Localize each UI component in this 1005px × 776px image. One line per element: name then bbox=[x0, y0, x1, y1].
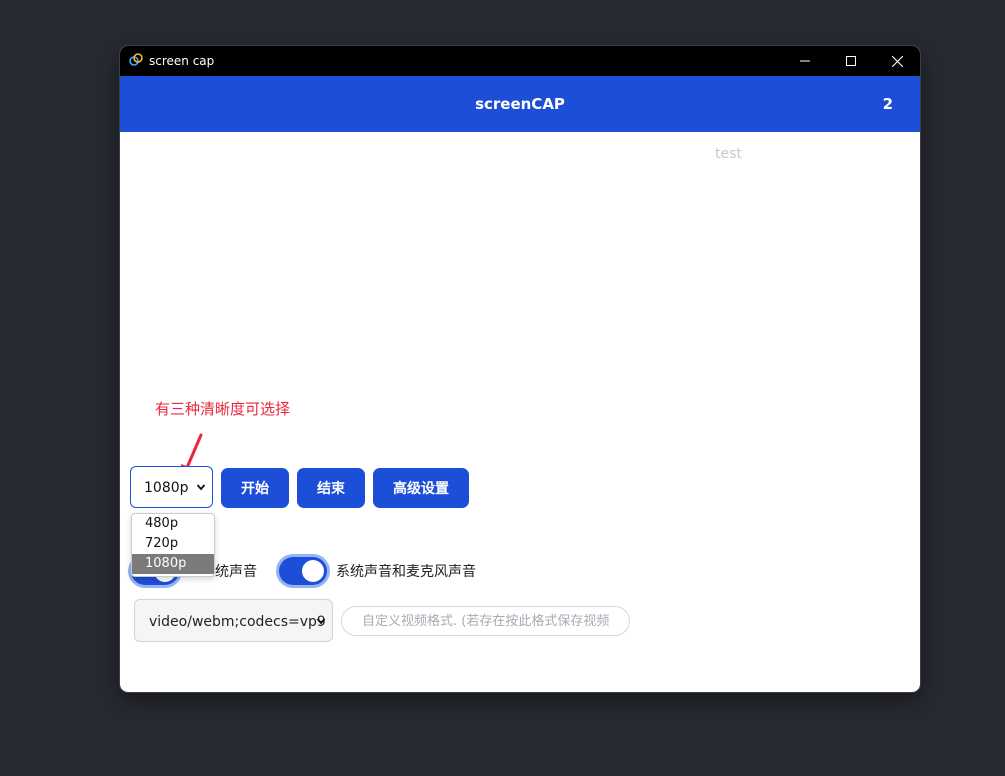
resolution-option-1080p[interactable]: 1080p bbox=[132, 554, 214, 574]
annotation-note: 有三种清晰度可选择 bbox=[155, 400, 291, 418]
resolution-dropdown-list: 480p 720p 1080p bbox=[131, 513, 215, 577]
toggle-knob bbox=[302, 560, 324, 582]
app-title: screenCAP bbox=[475, 95, 565, 113]
close-button[interactable] bbox=[874, 46, 920, 76]
close-icon bbox=[891, 55, 903, 67]
header-count: 2 bbox=[882, 95, 893, 113]
resolution-select[interactable]: 1080p bbox=[130, 466, 213, 508]
maximize-icon bbox=[846, 56, 856, 66]
app-logo-icon bbox=[129, 53, 143, 66]
minimize-icon bbox=[800, 60, 810, 62]
stop-button[interactable]: 结束 bbox=[297, 468, 365, 508]
video-format-select[interactable]: video/webm;codecs=vp9 bbox=[134, 599, 333, 642]
test-label: test bbox=[715, 146, 742, 162]
resolution-option-480p[interactable]: 480p bbox=[132, 514, 214, 534]
system-and-mic-audio-toggle[interactable] bbox=[279, 557, 327, 585]
start-button[interactable]: 开始 bbox=[221, 468, 289, 508]
maximize-button[interactable] bbox=[828, 46, 874, 76]
minimize-button[interactable] bbox=[782, 46, 828, 76]
resolution-option-720p[interactable]: 720p bbox=[132, 534, 214, 554]
chevron-down-icon bbox=[196, 484, 206, 491]
video-format-select-value: video/webm;codecs=vp9 bbox=[149, 614, 326, 630]
system-and-mic-audio-label: 系统声音和麦克风声音 bbox=[336, 564, 476, 580]
advanced-settings-button[interactable]: 高级设置 bbox=[373, 468, 469, 508]
window-title: screen cap bbox=[149, 54, 215, 68]
app-header: screenCAP 2 bbox=[120, 76, 920, 132]
title-bar: screen cap bbox=[120, 46, 920, 76]
resolution-select-value: 1080p bbox=[144, 480, 189, 496]
chevron-down-icon bbox=[316, 618, 326, 625]
app-window: screen cap screenCAP 2 test 有三种清晰度可选择 10… bbox=[120, 46, 920, 692]
custom-format-input[interactable] bbox=[341, 606, 630, 636]
